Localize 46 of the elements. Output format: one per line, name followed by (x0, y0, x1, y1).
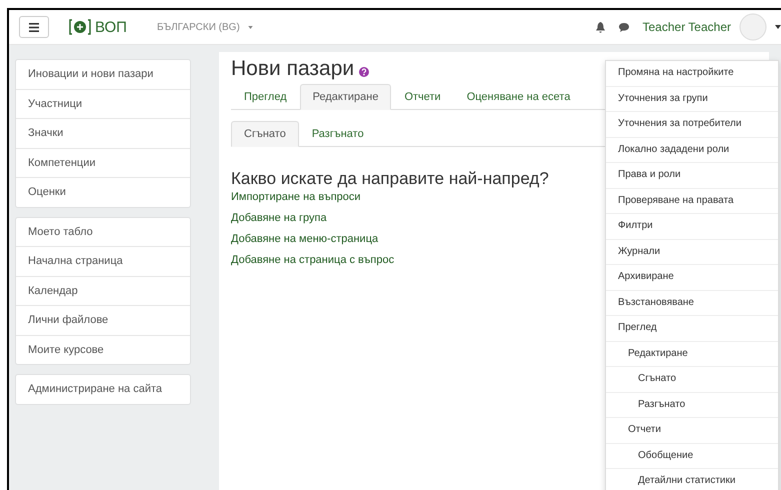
menu-item[interactable]: Сгънато (606, 366, 778, 392)
tab[interactable]: Сгънато (231, 121, 299, 147)
sidebar-item[interactable]: Участници (16, 88, 190, 118)
menu-item[interactable]: Филтри (606, 213, 778, 238)
menu-icon (29, 22, 39, 32)
sidebar-item[interactable]: Значки (16, 118, 190, 148)
tab[interactable]: Преглед (231, 84, 300, 110)
menu-item[interactable]: Права и роли (606, 162, 778, 188)
menu-item[interactable]: Отчети (606, 417, 778, 442)
logo-icon (69, 19, 91, 35)
menu-item[interactable]: Уточнения за групи (606, 86, 778, 111)
language-menu[interactable]: БЪЛГАРСКИ (BG) (156, 22, 240, 32)
menu-item[interactable]: Редактиране (606, 340, 778, 366)
menu-item[interactable]: Промяна на настройките (606, 61, 778, 86)
caret-icon[interactable] (775, 25, 781, 29)
user-name-link[interactable]: Teacher Teacher (642, 20, 731, 34)
bell-icon[interactable] (596, 22, 604, 32)
menu-item[interactable]: Разгънато (606, 392, 778, 417)
section-heading: Какво искате да направите най-напред? (231, 169, 549, 189)
sidebar-item[interactable]: Администриране на сайта (16, 375, 190, 404)
sidebar-item[interactable]: Иновации и нови пазари (16, 60, 190, 88)
sidebar-item[interactable]: Начална страница (16, 246, 190, 276)
menu-item[interactable]: Детайлни статистики (606, 468, 778, 490)
menu-item[interactable]: Възстановяване (606, 290, 778, 315)
tab[interactable]: Разгънато (298, 121, 377, 147)
menu-item[interactable]: Уточнения за потребители (606, 111, 778, 136)
sidebar-item[interactable]: Моето табло (16, 218, 190, 246)
menu-button[interactable] (19, 16, 49, 38)
tab[interactable]: Отчети (391, 84, 454, 110)
help-icon[interactable] (359, 66, 370, 76)
site-logo-link[interactable]: ВОП (95, 18, 127, 36)
sidebar-item[interactable]: Моите курсове (16, 334, 190, 364)
menu-item[interactable]: Преглед (606, 315, 778, 340)
menu-item[interactable]: Проверяване на правата (606, 188, 778, 213)
page-title: Нови пазари (231, 57, 354, 81)
menu-item[interactable]: Архивиране (606, 264, 778, 290)
sidebar-item[interactable]: Календар (16, 276, 190, 305)
sidebar-item[interactable]: Лични файлове (16, 305, 190, 334)
chat-bubble-icon[interactable] (618, 22, 628, 32)
sidebar-item[interactable]: Компетенции (16, 148, 190, 177)
tab[interactable]: Редактиране (300, 84, 392, 110)
menu-item[interactable]: Обобщение (606, 442, 778, 468)
menu-item[interactable]: Локално зададени роли (606, 136, 778, 162)
menu-item[interactable]: Журнали (606, 238, 778, 264)
sidebar-item[interactable]: Оценки (16, 177, 190, 206)
tab[interactable]: Оценяване на есета (454, 84, 584, 110)
